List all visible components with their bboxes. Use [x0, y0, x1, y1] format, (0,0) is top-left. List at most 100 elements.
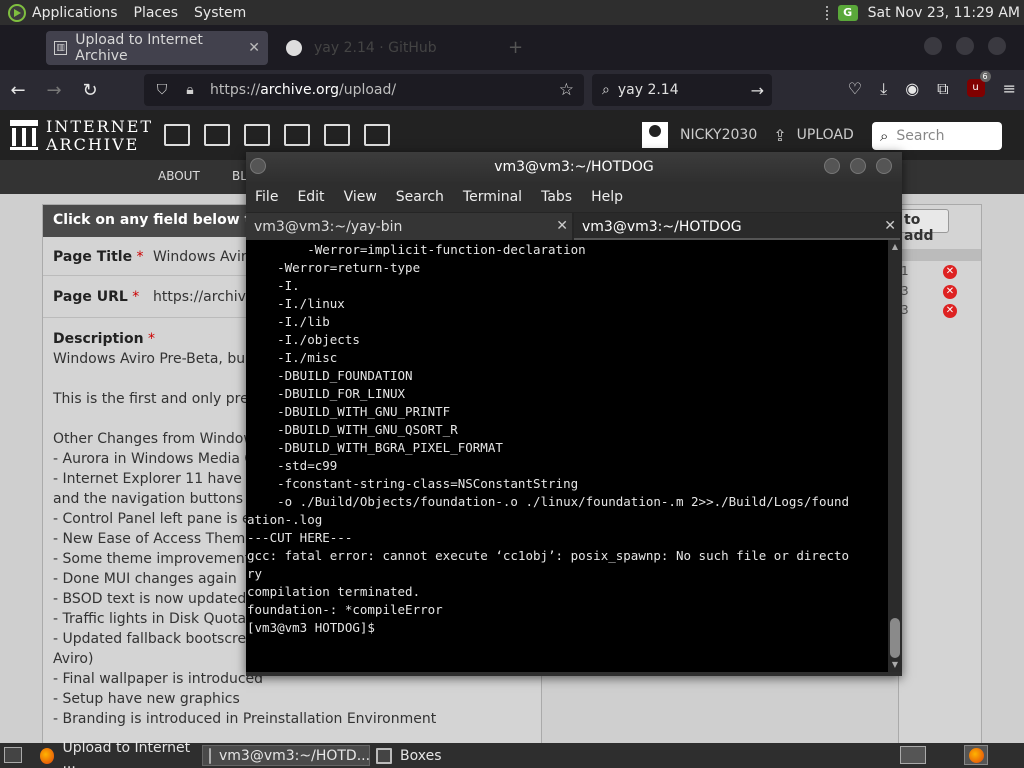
- lock-icon[interactable]: 🔒︎: [180, 82, 200, 98]
- audio-icon[interactable]: [284, 124, 310, 146]
- remove-icon[interactable]: ✕: [943, 265, 957, 279]
- close-icon[interactable]: [876, 158, 892, 174]
- terminal-titlebar[interactable]: vm3@vm3:~/HOTDOG: [246, 152, 902, 182]
- description-line: - Aurora in Windows Media Cen: [53, 451, 272, 467]
- menu-file[interactable]: File: [255, 189, 278, 205]
- menu-terminal[interactable]: Terminal: [463, 189, 522, 205]
- terminal-line: compilation terminated.: [247, 584, 421, 599]
- tab-github[interactable]: yay 2.14 · GitHub: [282, 31, 512, 65]
- search-icon: ⌕: [880, 127, 889, 145]
- ia-search-input[interactable]: ⌕ Search: [872, 122, 1002, 150]
- ia-logo[interactable]: INTERNET ARCHIVE: [10, 118, 151, 154]
- reload-icon[interactable]: ↻: [72, 80, 108, 101]
- ublock-badge: 6: [979, 71, 991, 82]
- window-menu-icon[interactable]: [250, 158, 266, 174]
- forward-icon[interactable]: →: [36, 80, 72, 101]
- ia-user-area: NICKY2030 ⇪ UPLOAD: [642, 122, 854, 148]
- clock[interactable]: Sat Nov 23, 11:29 AM: [868, 5, 1020, 21]
- terminal-line: -I./lib: [247, 314, 330, 329]
- maximize-icon[interactable]: [956, 37, 974, 55]
- page-title-value[interactable]: Windows Aviro: [153, 249, 255, 265]
- browser-tab-strip: ▥ Upload to Internet Archive ✕ yay 2.14 …: [0, 25, 1024, 70]
- search-bar[interactable]: ⌕ yay 2.14 →: [592, 74, 772, 106]
- images-icon[interactable]: [364, 124, 390, 146]
- new-tab-icon[interactable]: +: [508, 37, 523, 58]
- tab-close-icon[interactable]: ✕: [556, 218, 568, 234]
- scroll-up-icon[interactable]: ▲: [890, 242, 900, 251]
- page-url-value[interactable]: https://archive.: [153, 289, 259, 305]
- avatar[interactable]: [642, 122, 668, 148]
- bookmark-star-icon[interactable]: ☆: [559, 80, 574, 100]
- description-line: - Done MUI changes again: [53, 571, 237, 587]
- scroll-thumb[interactable]: [890, 618, 900, 658]
- shield-icon[interactable]: ⛉: [152, 82, 172, 98]
- description-line: - Internet Explorer 11 have new: [53, 471, 276, 487]
- list-item: 3 ✕: [899, 302, 981, 320]
- show-desktop-icon[interactable]: [4, 747, 22, 763]
- browser-nav-bar: ← → ↻ ⛉ 🔒︎ https://archive.org/upload/ ☆…: [0, 70, 1024, 110]
- maximize-icon[interactable]: [850, 158, 866, 174]
- close-window-icon[interactable]: [988, 37, 1006, 55]
- username[interactable]: NICKY2030: [680, 127, 757, 143]
- tab-close-icon[interactable]: ✕: [884, 218, 896, 234]
- tab-yay-bin[interactable]: vm3@vm3:~/yay-bin ✕: [246, 213, 572, 240]
- minimize-icon[interactable]: [824, 158, 840, 174]
- taskbar-item-boxes[interactable]: Boxes: [370, 745, 470, 766]
- back-icon[interactable]: ←: [0, 80, 36, 101]
- menu-view[interactable]: View: [344, 189, 377, 205]
- terminal-output[interactable]: -Werror=implicit-function-declaration -W…: [246, 240, 888, 672]
- tray-app-icon[interactable]: G: [837, 4, 858, 21]
- menu-edit[interactable]: Edit: [297, 189, 324, 205]
- ia-temple-icon: [10, 120, 38, 150]
- hamburger-menu-icon[interactable]: ≡: [1003, 79, 1016, 99]
- description-line: - Updated fallback bootscreen: [53, 631, 264, 647]
- texts-icon[interactable]: [204, 124, 230, 146]
- pocket-icon[interactable]: ♡: [848, 79, 862, 99]
- workspace-switcher-1[interactable]: [900, 746, 926, 764]
- url-bar[interactable]: ⛉ 🔒︎ https://archive.org/upload/ ☆: [144, 74, 584, 106]
- terminal-line: -DBUILD_FOR_LINUX: [247, 386, 406, 401]
- menu-places[interactable]: Places: [134, 5, 179, 21]
- tab-upload-archive[interactable]: ▥ Upload to Internet Archive ✕: [46, 31, 268, 65]
- workspace-switcher-2[interactable]: [964, 745, 988, 765]
- go-arrow-icon[interactable]: →: [751, 81, 764, 100]
- terminal-line: -DBUILD_WITH_GNU_PRINTF: [247, 404, 451, 419]
- tab-close-icon[interactable]: ✕: [248, 40, 260, 56]
- web-icon[interactable]: [164, 124, 190, 146]
- remove-icon[interactable]: ✕: [943, 304, 957, 318]
- video-icon[interactable]: [244, 124, 270, 146]
- menu-applications[interactable]: Applications: [32, 5, 118, 21]
- description-line: This is the first and only pre-be: [53, 391, 272, 407]
- remove-icon[interactable]: ✕: [943, 285, 957, 299]
- minimize-icon[interactable]: [924, 37, 942, 55]
- terminal-scrollbar[interactable]: ▲ ▼: [888, 240, 902, 672]
- page-url-field[interactable]: Page URL * https://archive.: [53, 289, 259, 305]
- taskbar-item-firefox[interactable]: Upload to Internet ...: [34, 740, 200, 768]
- page-title-field[interactable]: Page Title * Windows Aviro: [53, 249, 255, 265]
- add-button[interactable]: to add: [899, 209, 949, 244]
- upload-icon[interactable]: ⇪: [773, 126, 786, 145]
- downloads-icon[interactable]: ⤓: [880, 79, 887, 99]
- ublock-icon[interactable]: u6: [966, 71, 991, 97]
- terminal-line: -I.: [247, 278, 300, 293]
- window-controls: [924, 37, 1006, 55]
- taskbar-item-terminal[interactable]: vm3@vm3:~/HOTD...: [202, 745, 370, 766]
- menu-system[interactable]: System: [194, 5, 246, 21]
- scroll-down-icon[interactable]: ▼: [890, 660, 900, 669]
- menu-help[interactable]: Help: [591, 189, 623, 205]
- list-header: [899, 249, 981, 261]
- menu-search[interactable]: Search: [396, 189, 444, 205]
- ia-media-icons: [164, 124, 390, 146]
- nav-about[interactable]: ABOUT: [158, 169, 200, 183]
- account-icon[interactable]: ◉: [905, 79, 919, 99]
- tab-hotdog[interactable]: vm3@vm3:~/HOTDOG ✕: [574, 213, 900, 240]
- github-favicon-icon: [286, 40, 302, 56]
- search-placeholder: Search: [896, 128, 945, 144]
- extensions-icon[interactable]: ⧉: [937, 79, 948, 99]
- terminal-line: -I./objects: [247, 332, 360, 347]
- software-icon[interactable]: [324, 124, 350, 146]
- nav-blog[interactable]: BL: [232, 169, 247, 183]
- upload-link[interactable]: UPLOAD: [797, 127, 854, 143]
- applications-menu-icon[interactable]: [8, 3, 26, 22]
- menu-tabs[interactable]: Tabs: [541, 189, 572, 205]
